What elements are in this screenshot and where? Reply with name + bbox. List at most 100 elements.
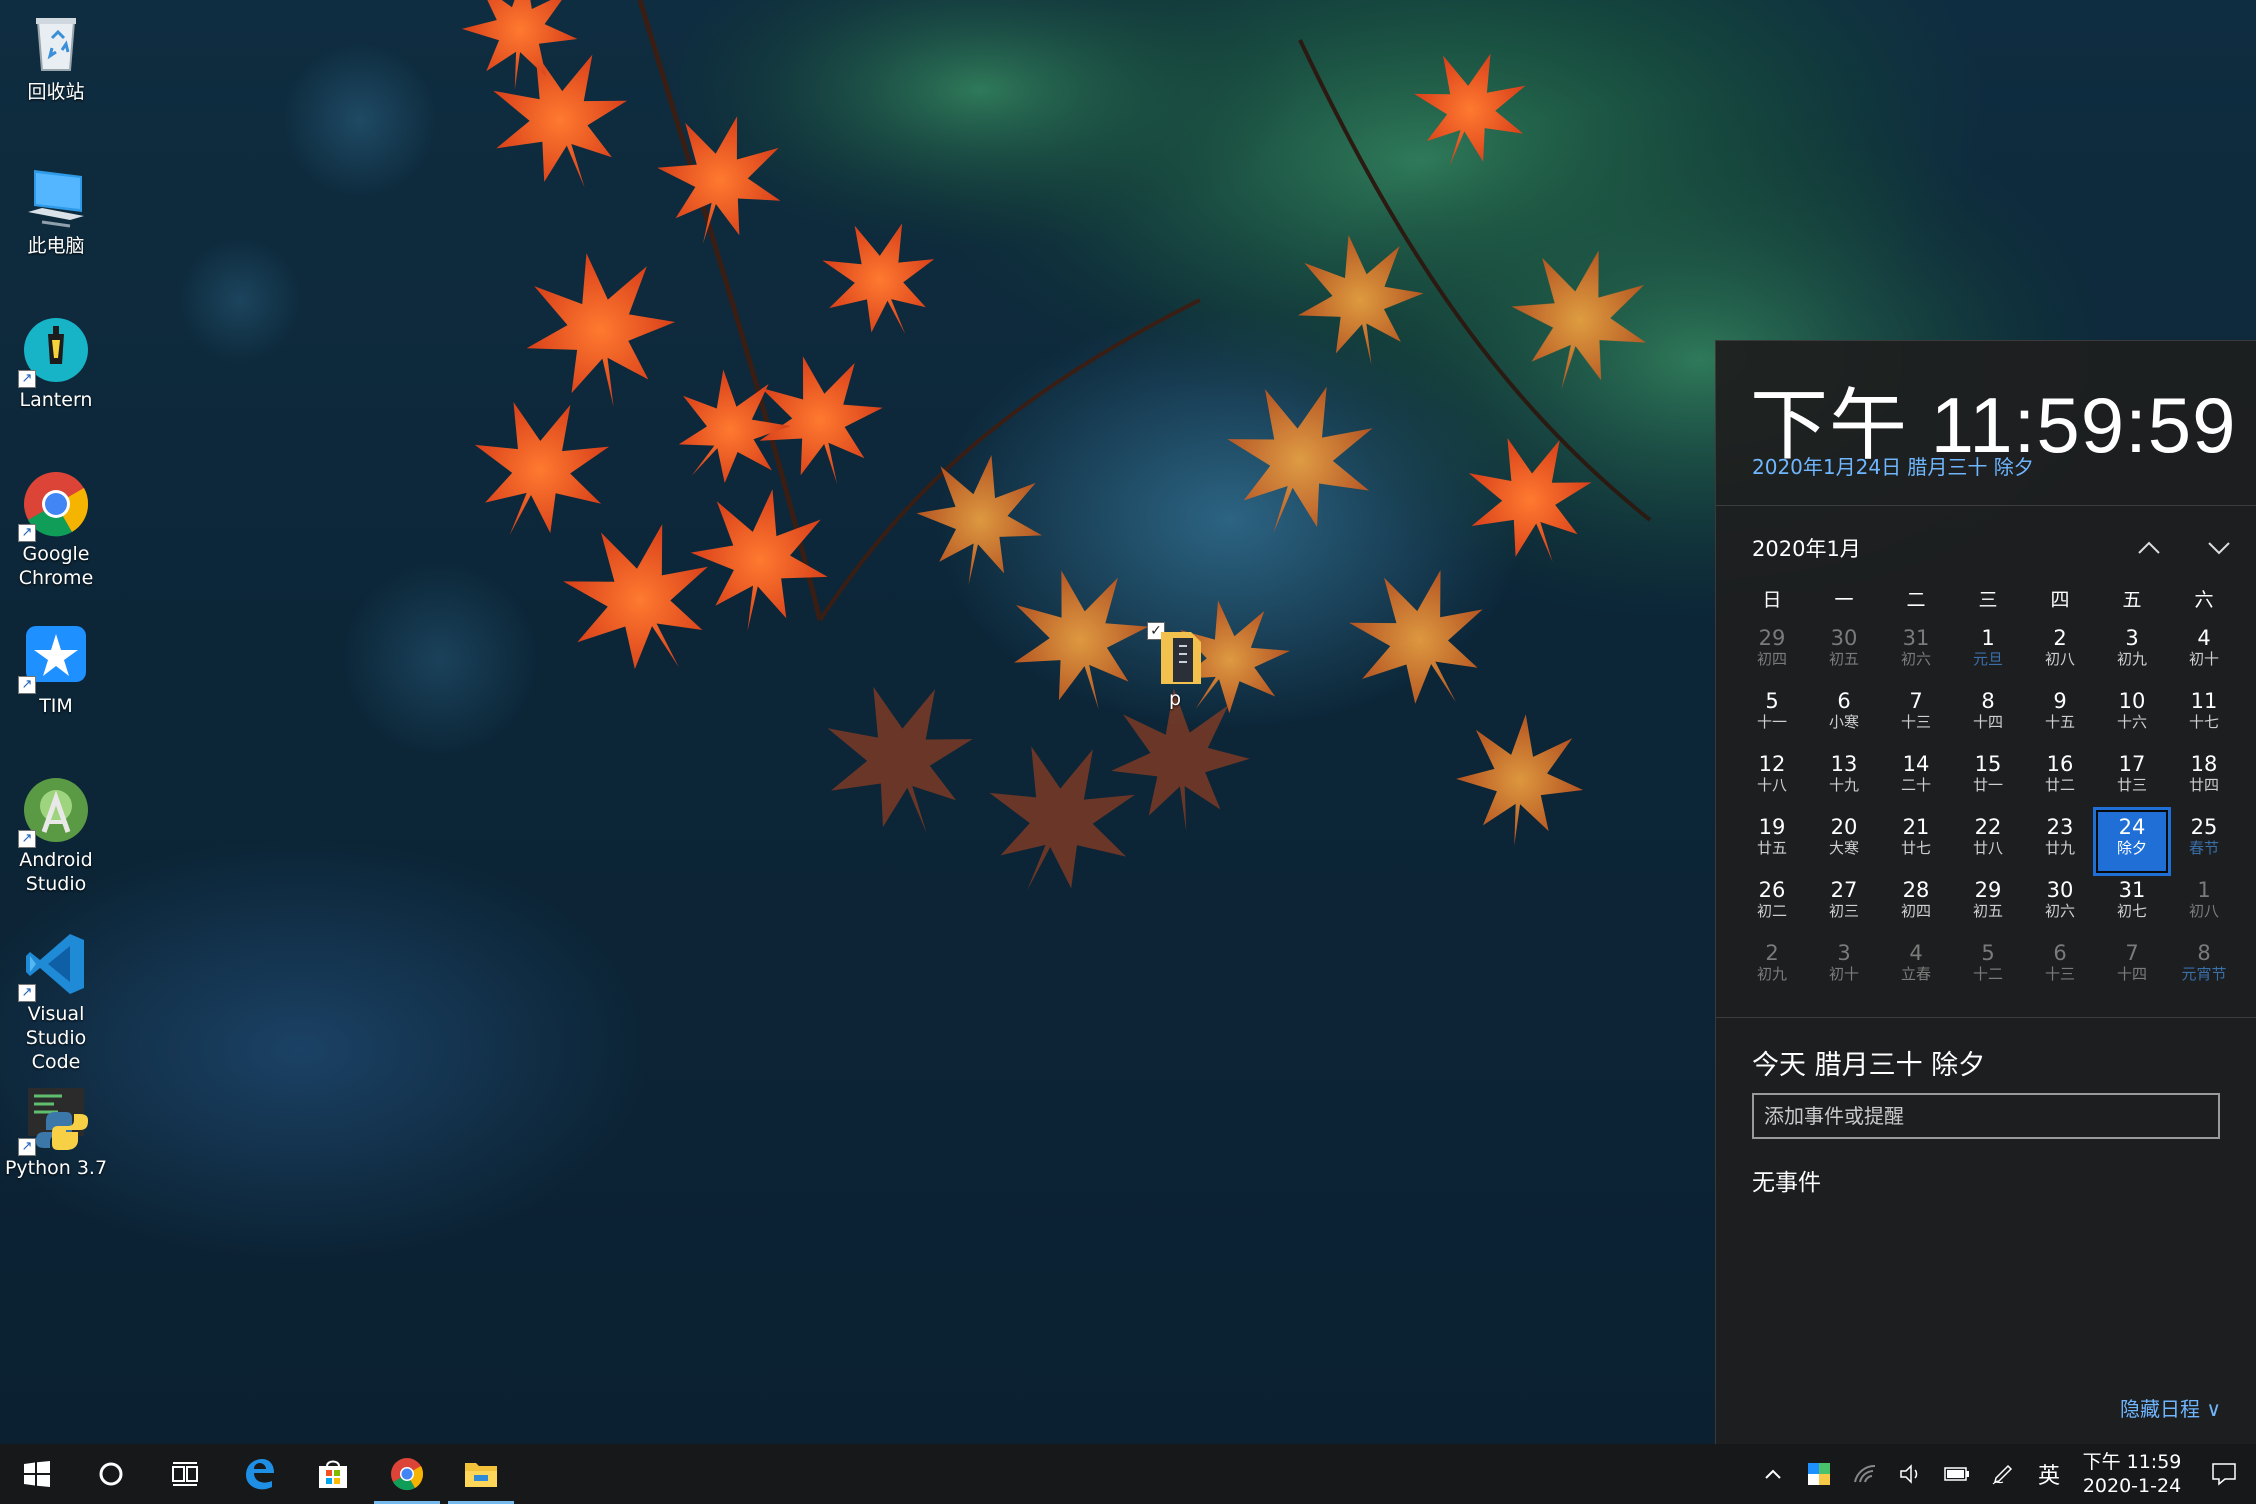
calendar-lunar-label: 初四 [1900,902,1931,920]
calendar-day[interactable]: 18 廿四 [2168,747,2240,810]
calendar-day[interactable]: 7 十四 [2096,936,2168,999]
pen-workspace-button[interactable] [1980,1444,2026,1504]
calendar-day[interactable]: 5 十一 [1736,684,1808,747]
calendar-day[interactable]: 2 初八 [2024,621,2096,684]
task-view-button[interactable] [148,1444,222,1504]
calendar-day-number: 15 [1974,752,2002,776]
next-month-button[interactable] [2201,529,2237,565]
calendar-day[interactable]: 30 初六 [2024,873,2096,936]
store-taskbar-button[interactable] [296,1444,370,1504]
calendar-day[interactable]: 29 初四 [1736,621,1808,684]
desktop-icon-lantern[interactable]: ↗ Lantern [0,316,112,412]
today-agenda-title: 今天 腊月三十 除夕 [1752,1050,1986,1081]
tray-app-button[interactable] [1796,1444,1842,1504]
desktop-icon-recycle-bin[interactable]: 回收站 [0,8,112,104]
show-hidden-icons-button[interactable] [1750,1444,1796,1504]
calendar-day[interactable]: 8 元宵节 [2168,936,2240,999]
calendar-day[interactable]: 9 十五 [2024,684,2096,747]
system-tray: 英 下午 11:59 2020-1-24 [1750,1444,2256,1504]
calendar-day[interactable]: 11 十七 [2168,684,2240,747]
calendar-day[interactable]: 26 初二 [1736,873,1808,936]
calendar-lunar-label: 初八 [2188,902,2219,920]
desktop-icon-python[interactable]: ↗ Python 3.7 [0,1084,112,1180]
calendar-day[interactable]: 19 廿五 [1736,810,1808,873]
calendar-lunar-label: 十三 [1900,713,1931,731]
desktop-icon-tim[interactable]: ↗ TIM [0,622,112,718]
calendar-day-number: 13 [1830,752,1858,776]
recycle-bin-icon [22,8,90,76]
cortana-button[interactable] [74,1444,148,1504]
calendar-day[interactable]: 20 大寒 [1808,810,1880,873]
desktop-file-p[interactable]: ✓ p [1140,622,1210,710]
calendar-day[interactable]: 13 十九 [1808,747,1880,810]
calendar-day-today[interactable]: 24 除夕 [2093,807,2171,876]
calendar-day[interactable]: 6 小寒 [1808,684,1880,747]
input-method-indicator[interactable]: 英 [2026,1444,2072,1504]
calendar-day[interactable]: 6 十三 [2024,936,2096,999]
calendar-day[interactable]: 12 十八 [1736,747,1808,810]
calendar-day[interactable]: 16 廿二 [2024,747,2096,810]
previous-month-button[interactable] [2131,529,2167,565]
flyout-date-link[interactable]: 2020年1月24日 腊月三十 除夕 [1752,451,2034,480]
chrome-icon [391,1458,424,1491]
chrome-taskbar-button[interactable] [370,1444,444,1504]
calendar-day-number: 17 [2118,752,2146,776]
calendar-day[interactable]: 14 二十 [1880,747,1952,810]
action-center-button[interactable] [2192,1444,2256,1504]
calendar-month-title[interactable]: 2020年1月 [1752,533,1861,563]
calendar-day[interactable]: 4 初十 [2168,621,2240,684]
edge-taskbar-button[interactable] [222,1444,296,1504]
calendar-day[interactable]: 25 春节 [2168,810,2240,873]
network-button[interactable] [1842,1444,1888,1504]
file-icon: ✓ [1147,622,1203,684]
calendar-day[interactable]: 3 初九 [2096,621,2168,684]
calendar-day[interactable]: 23 廿九 [2024,810,2096,873]
shortcut-arrow-icon: ↗ [18,1138,36,1156]
desktop-icon-google-chrome[interactable]: ↗ Google Chrome [0,470,112,590]
calendar-day[interactable]: 10 十六 [2096,684,2168,747]
calendar-day[interactable]: 1 元旦 [1952,621,2024,684]
calendar-day[interactable]: 2 初九 [1736,936,1808,999]
volume-button[interactable] [1888,1444,1934,1504]
calendar-lunar-label: 初二 [1756,902,1787,920]
no-events-text: 无事件 [1752,1170,1821,1196]
calendar-lunar-label: 初三 [1828,902,1859,920]
hide-agenda-link[interactable]: 隐藏日程 ∨ [2120,1393,2221,1422]
taskbar-clock[interactable]: 下午 11:59 2020-1-24 [2072,1450,2192,1498]
calendar-day[interactable]: 31 初六 [1880,621,1952,684]
file-explorer-taskbar-button[interactable] [444,1444,518,1504]
calendar-day[interactable]: 5 十二 [1952,936,2024,999]
calendar-day[interactable]: 17 廿三 [2096,747,2168,810]
calendar-day[interactable]: 3 初十 [1808,936,1880,999]
desktop-icon-this-pc[interactable]: 此电脑 [0,162,112,258]
cortana-icon [99,1462,123,1486]
calendar-day[interactable]: 31 初七 [2096,873,2168,936]
add-event-input[interactable] [1752,1093,2220,1139]
calendar-day[interactable]: 7 十三 [1880,684,1952,747]
desktop-icon-android-studio[interactable]: ↗ Android Studio [0,776,112,896]
calendar-day[interactable]: 29 初五 [1952,873,2024,936]
computer-icon [22,162,90,230]
calendar-day[interactable]: 8 十四 [1952,684,2024,747]
battery-button[interactable] [1934,1444,1980,1504]
calendar-days: 29 初四 30 初五 31 初六 1 元旦 2 初八 3 初九 4 初十 5 十一 6 小寒 7 十三 8 十四 9 十五 1… [1736,621,2240,999]
calendar-day[interactable]: 22 廿八 [1952,810,2024,873]
calendar-day[interactable]: 28 初四 [1880,873,1952,936]
calendar-day[interactable]: 15 廿一 [1952,747,2024,810]
calendar-lunar-label: 初九 [1756,965,1787,983]
tim-icon: ↗ [18,622,90,694]
calendar-lunar-label: 十五 [2044,713,2075,731]
calendar-day[interactable]: 27 初三 [1808,873,1880,936]
calendar-day[interactable]: 30 初五 [1808,621,1880,684]
shortcut-arrow-icon: ↗ [18,524,36,542]
calendar-day-number: 3 [1837,941,1851,965]
calendar-day[interactable]: 4 立春 [1880,936,1952,999]
calendar-day[interactable]: 21 廿七 [1880,810,1952,873]
calendar-day-number: 5 [1765,689,1779,713]
start-button[interactable] [0,1444,74,1504]
calendar-flyout: 下午 11:59:59 2020年1月24日 腊月三十 除夕 2020年1月 日… [1715,340,2256,1445]
calendar-day[interactable]: 1 初八 [2168,873,2240,936]
calendar-day-number: 8 [1981,689,1995,713]
desktop-icon-visual-studio-code[interactable]: ↗ Visual Studio Code [0,930,112,1074]
calendar-day-number: 26 [1758,878,1786,902]
